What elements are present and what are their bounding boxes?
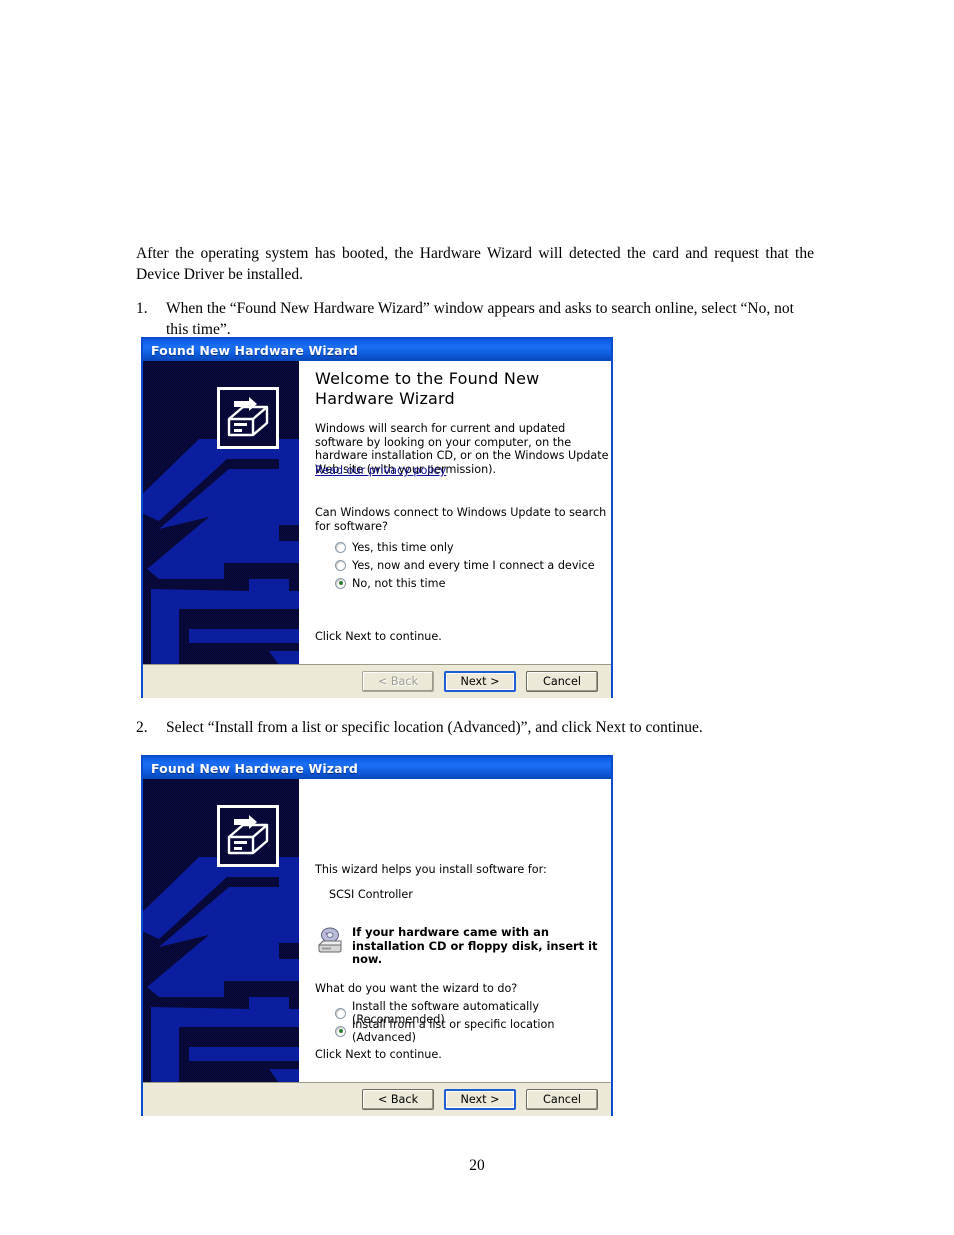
wizard-2-banner-panel (143, 779, 299, 1082)
wizard-2-intro: This wizard helps you install software f… (315, 863, 547, 876)
radio-icon-yes-this-time-only[interactable] (335, 541, 346, 553)
radio-option-yes-every-time[interactable]: Yes, now and every time I connect a devi… (335, 556, 595, 574)
radio-option-no-not-this-time[interactable]: No, not this time (335, 574, 595, 592)
radio-option-yes-this-time-only[interactable]: Yes, this time only (335, 538, 595, 556)
wizard-1-footer: < Back Next > Cancel (143, 664, 611, 698)
cancel-button[interactable]: Cancel (526, 671, 598, 692)
wizard-1-titlebar[interactable]: Found New Hardware Wizard (143, 339, 611, 361)
wizard-1-content: Welcome to the Found New Hardware Wizard… (299, 361, 611, 664)
step-1: 1. When the “Found New Hardware Wizard” … (136, 298, 816, 340)
back-button[interactable]: < Back (362, 1089, 434, 1110)
cd-notice: If your hardware came with an installati… (315, 925, 604, 967)
step-1-number: 1. (136, 300, 148, 317)
radio-label-install-from-list: Install from a list or specific location… (352, 1018, 555, 1044)
wizard-2-titlebar[interactable]: Found New Hardware Wizard (143, 757, 611, 779)
cd-drive-icon (317, 927, 342, 953)
wizard-1-banner-panel (143, 361, 299, 664)
found-new-hardware-wizard-window-1[interactable]: Found New Hardware Wizard Welcome to the… (141, 337, 613, 698)
radio-icon-install-automatically[interactable] (335, 1007, 346, 1019)
wizard-2-question: What do you want the wizard to do? (315, 982, 518, 995)
step-1-text: When the “Found New Hardware Wizard” win… (166, 300, 794, 338)
back-button[interactable]: < Back (362, 671, 434, 692)
wizard-2-device-name: SCSI Controller (329, 888, 413, 901)
radio-option-install-from-list[interactable]: Install from a list or specific location… (335, 1018, 611, 1044)
step-2-number: 2. (136, 719, 148, 736)
hardware-card-watermark-icon (143, 439, 299, 664)
wizard-1-footer-note: Click Next to continue. (315, 630, 442, 643)
hardware-card-icon (217, 387, 279, 449)
hardware-card-glyph-icon (227, 397, 269, 437)
hardware-card-icon (217, 805, 279, 867)
cancel-button[interactable]: Cancel (526, 1089, 598, 1110)
privacy-policy-link[interactable]: Read our privacy policy (315, 464, 446, 477)
wizard-2-radio-group[interactable]: Install the software automatically (Reco… (335, 1000, 611, 1044)
intro-paragraph: After the operating system has booted, t… (136, 245, 814, 283)
radio-label-yes-every-time: Yes, now and every time I connect a devi… (352, 558, 595, 572)
wizard-1-heading: Welcome to the Found New Hardware Wizard (315, 369, 540, 408)
wizard-2-footer-note: Click Next to continue. (315, 1048, 442, 1061)
cd-notice-text: If your hardware came with an installati… (352, 925, 598, 967)
hardware-card-watermark-icon (143, 857, 299, 1082)
wizard-1-question: Can Windows connect to Windows Update to… (315, 506, 607, 533)
radio-icon-yes-every-time[interactable] (335, 559, 346, 571)
radio-label-yes-this-time-only: Yes, this time only (352, 540, 454, 554)
page-number: 20 (469, 1157, 485, 1174)
step-2: 2. Select “Install from a list or specif… (136, 717, 816, 738)
wizard-1-radio-group[interactable]: Yes, this time only Yes, now and every t… (335, 538, 595, 592)
wizard-2-body: This wizard helps you install software f… (143, 779, 611, 1082)
document-page: After the operating system has booted, t… (0, 0, 954, 1235)
hardware-card-glyph-icon (227, 815, 269, 855)
found-new-hardware-wizard-window-2[interactable]: Found New Hardware Wizard This wizard he… (141, 755, 613, 1116)
radio-icon-no-not-this-time[interactable] (335, 577, 346, 589)
wizard-2-content: This wizard helps you install software f… (299, 779, 611, 1082)
step-2-text: Select “Install from a list or specific … (166, 719, 703, 736)
wizard-2-title: Found New Hardware Wizard (151, 760, 358, 776)
wizard-1-title: Found New Hardware Wizard (151, 342, 358, 358)
next-button[interactable]: Next > (444, 671, 516, 692)
wizard-2-footer: < Back Next > Cancel (143, 1082, 611, 1116)
radio-icon-install-from-list[interactable] (335, 1025, 346, 1037)
wizard-1-body: Welcome to the Found New Hardware Wizard… (143, 361, 611, 664)
radio-label-no-not-this-time: No, not this time (352, 576, 446, 590)
next-button[interactable]: Next > (444, 1089, 516, 1110)
